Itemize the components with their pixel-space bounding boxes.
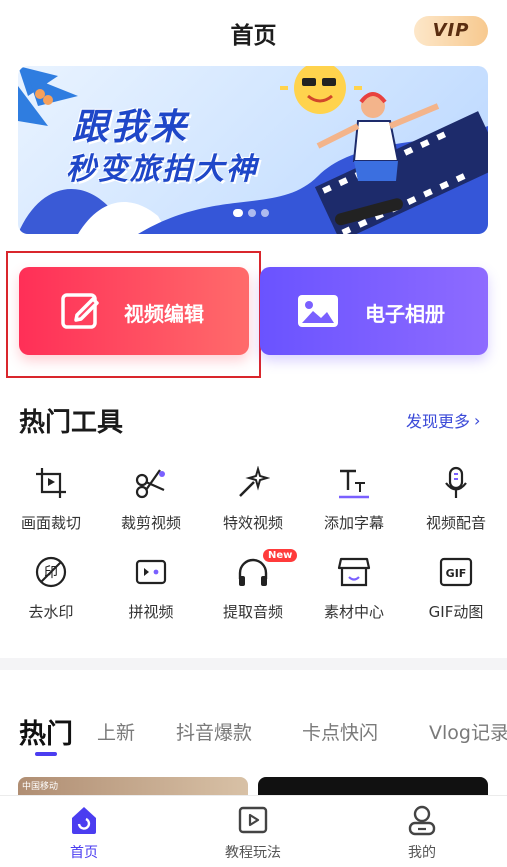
edit-icon <box>61 293 99 329</box>
text-subtitle-icon <box>339 469 369 499</box>
photo-album-label: 电子相册 <box>365 302 445 326</box>
chevron-right-icon: › <box>474 410 481 430</box>
tool-gif[interactable]: GIF GIF动图 <box>406 555 506 622</box>
tool-cut-video[interactable]: 裁剪视频 <box>101 466 201 533</box>
video-edit-button[interactable]: 视频编辑 <box>19 267 249 355</box>
tool-label: 裁剪视频 <box>120 514 181 532</box>
top-bar: 首页 VIP <box>0 0 507 62</box>
tool-material-center[interactable]: 素材中心 <box>304 555 404 622</box>
tool-remove-watermark[interactable]: 印 去水印 <box>1 555 101 622</box>
nav-profile[interactable]: 我的 <box>362 804 482 862</box>
category-tabs: 热门 上新 抖音爆款 卡点快闪 Vlog记录 <box>0 700 507 760</box>
thumbnail-status-text: 中国移动 <box>22 782 59 792</box>
tool-label: 画面裁切 <box>20 514 81 532</box>
new-badge: New <box>263 549 298 562</box>
svg-text:GIF: GIF <box>446 567 467 580</box>
tool-label: 添加字幕 <box>323 514 384 532</box>
tool-label: 拼视频 <box>128 603 174 621</box>
tool-add-subtitle[interactable]: 添加字幕 <box>304 466 404 533</box>
tab-douyin[interactable]: 抖音爆款 <box>176 718 252 745</box>
store-icon <box>337 557 371 587</box>
tool-extract-audio[interactable]: New 提取音频 <box>203 549 303 622</box>
vip-button[interactable]: VIP <box>414 16 488 46</box>
discover-more-link[interactable]: 发现更多 › <box>406 408 480 432</box>
carousel-dot <box>233 209 243 217</box>
carousel-indicator <box>233 209 269 217</box>
template-thumbnail[interactable]: 中国移动 <box>18 777 248 795</box>
template-thumbnail[interactable] <box>258 777 488 795</box>
tool-effect-video[interactable]: 特效视频 <box>203 466 303 533</box>
video-merge-icon <box>135 559 167 585</box>
discover-more-label: 发现更多 <box>406 412 471 431</box>
tool-label: 提取音频 <box>222 603 283 621</box>
nav-tutorial[interactable]: 教程玩法 <box>193 804 313 862</box>
video-edit-label: 视频编辑 <box>124 302 204 326</box>
crop-frame-icon <box>36 468 66 498</box>
scissors-icon <box>135 469 165 499</box>
tool-merge-video[interactable]: 拼视频 <box>101 555 201 622</box>
section-title: 热门工具 <box>19 408 124 438</box>
promo-banner[interactable]: 跟我来 秒变旅拍大神 <box>18 66 488 234</box>
carousel-dot <box>248 209 256 217</box>
tool-crop-frame[interactable]: 画面裁切 <box>1 466 101 533</box>
tab-beat-flash[interactable]: 卡点快闪 <box>302 718 378 745</box>
nav-home-label: 首页 <box>70 845 98 861</box>
banner-subheadline: 秒变旅拍大神 <box>66 152 258 187</box>
nav-home[interactable]: 首页 <box>24 804 144 862</box>
carousel-dot <box>261 209 269 217</box>
tab-new[interactable]: 上新 <box>97 718 135 745</box>
tool-label: 去水印 <box>28 603 74 621</box>
nav-profile-label: 我的 <box>408 845 436 861</box>
tool-voiceover[interactable]: 视频配音 <box>406 466 506 533</box>
home-icon <box>72 807 96 834</box>
gif-icon: GIF <box>439 557 473 587</box>
tool-label: 特效视频 <box>222 514 283 532</box>
watermark-remove-icon: 印 <box>35 556 67 588</box>
bottom-nav: 首页 教程玩法 我的 <box>0 795 507 867</box>
magic-wand-icon <box>239 466 270 497</box>
profile-icon <box>408 805 436 836</box>
banner-headline: 跟我来 <box>72 107 190 148</box>
tutorial-play-icon <box>238 806 268 834</box>
photo-album-button[interactable]: 电子相册 <box>260 267 488 355</box>
tool-label: GIF动图 <box>428 603 484 621</box>
section-divider <box>0 658 507 670</box>
active-tab-indicator <box>35 752 57 756</box>
nav-tutorial-label: 教程玩法 <box>225 845 281 861</box>
microphone-icon <box>445 466 467 498</box>
tool-label: 素材中心 <box>323 603 384 621</box>
tab-hot[interactable]: 热门 <box>19 712 73 751</box>
image-icon <box>298 295 338 327</box>
tool-label: 视频配音 <box>425 514 486 532</box>
tab-vlog[interactable]: Vlog记录 <box>429 718 507 745</box>
